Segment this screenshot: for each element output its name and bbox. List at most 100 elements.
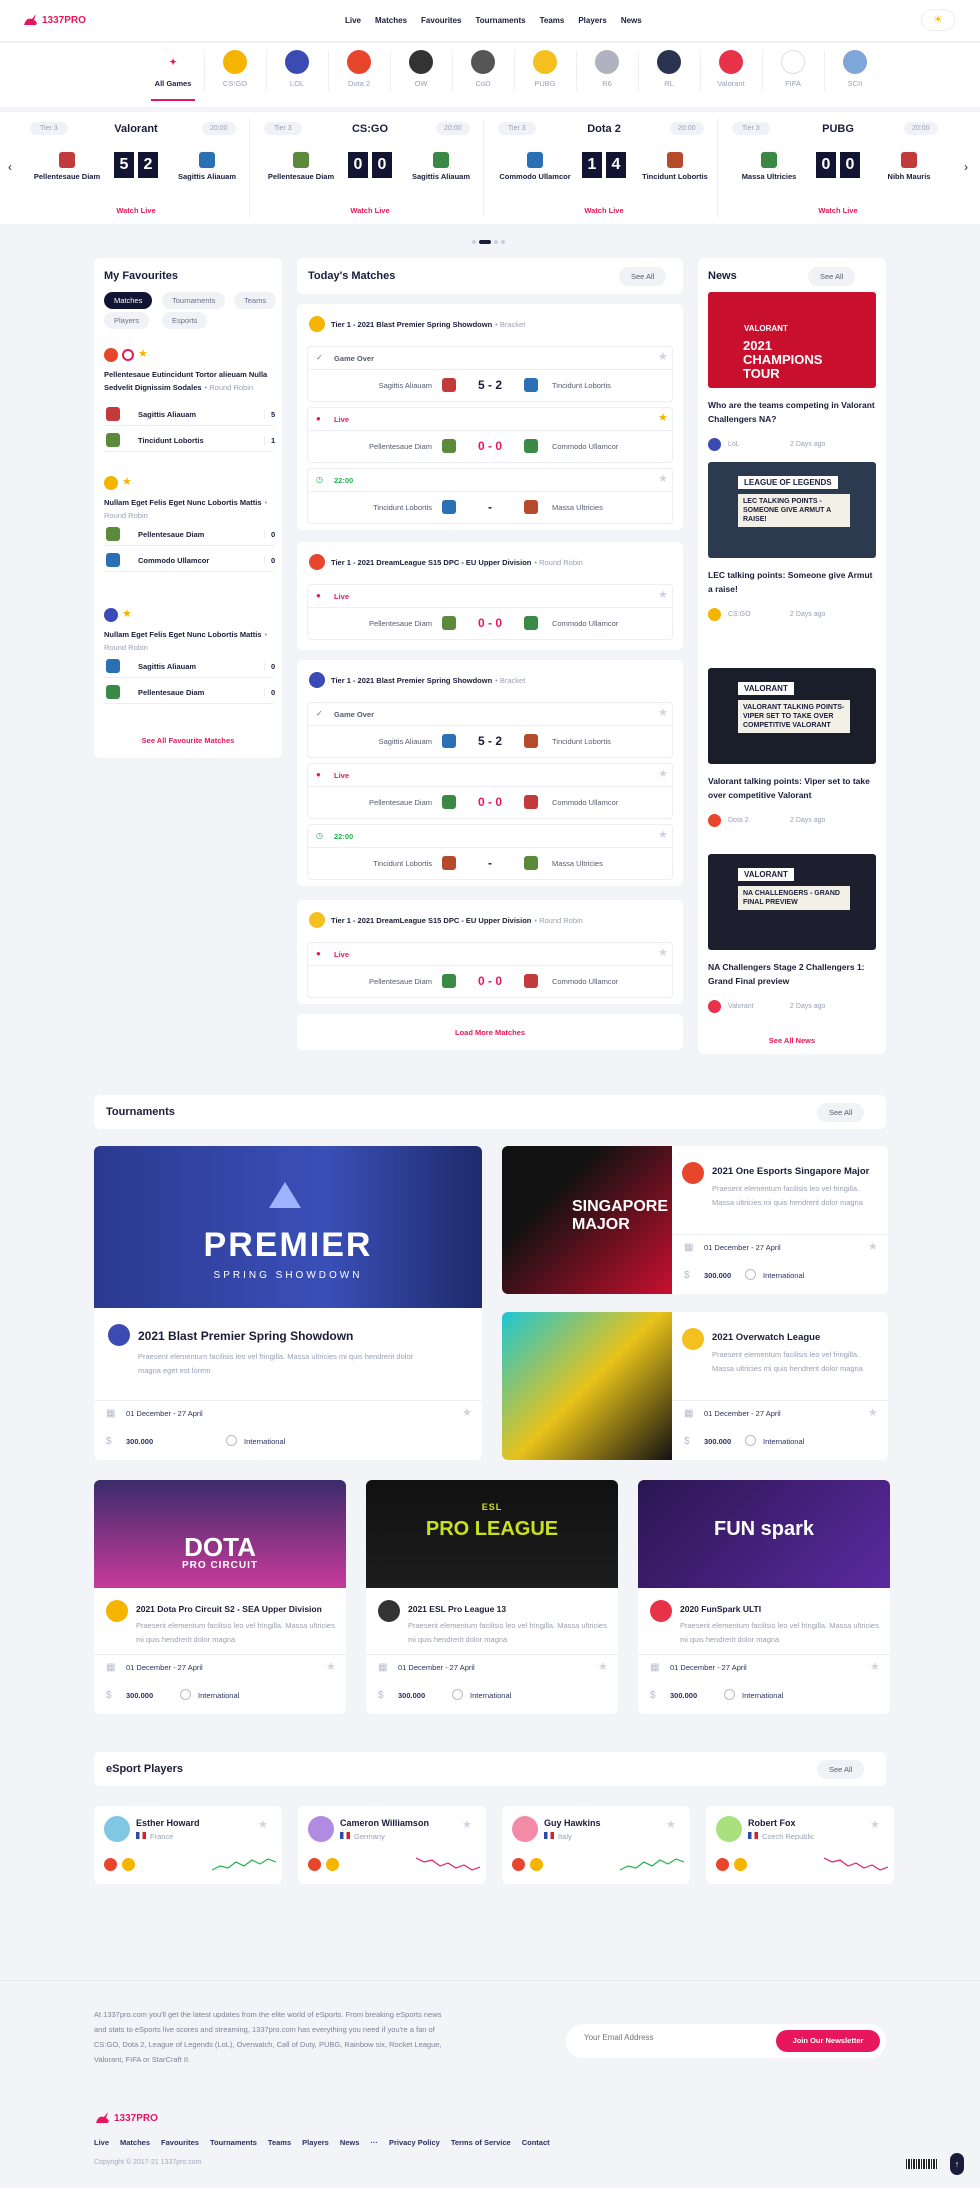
game-tab-2[interactable]: LOL xyxy=(269,43,325,105)
footer-link[interactable]: Live xyxy=(94,2138,109,2147)
game-tab-11[interactable]: SCII xyxy=(827,43,883,105)
footer-link[interactable]: Terms of Service xyxy=(451,2138,511,2147)
footer-link[interactable]: News xyxy=(340,2138,360,2147)
favourite-star-icon[interactable]: ★ xyxy=(258,1818,268,1831)
watch-live-link[interactable]: Watch Live xyxy=(22,206,250,215)
tournament-card[interactable]: PRO CIRCUIT DOTA 2021 Dota Pro Circuit S2 … xyxy=(94,1480,346,1714)
nav-link-news[interactable]: News xyxy=(621,16,642,25)
footer-link[interactable]: Favourites xyxy=(161,2138,199,2147)
fav-tab-esports[interactable]: Esports xyxy=(162,312,208,329)
players-see-all-button[interactable]: See All xyxy=(817,1760,865,1779)
match-row[interactable]: ● Live ★ Pellentesaue Diam 0 - 0 Commodo Ulla… xyxy=(307,584,673,640)
footer-link[interactable]: ··· xyxy=(370,2138,378,2147)
favourite-star-icon[interactable]: ★ xyxy=(598,1660,608,1673)
favourite-star-icon[interactable]: ★ xyxy=(658,706,668,719)
news-image[interactable]: VALORANT 2021 CHAMPIONS TOUR xyxy=(708,292,876,388)
see-all-favourites-link[interactable]: See All Favourite Matches xyxy=(94,736,282,745)
game-tab-9[interactable]: Valorant xyxy=(703,43,759,105)
match-row[interactable]: ✓ Game Over ★ Sagittis Aliauam 5 - 2 Tincidun… xyxy=(307,702,673,758)
footer-link[interactable]: Teams xyxy=(268,2138,291,2147)
watch-live-link[interactable]: Watch Live xyxy=(490,206,718,215)
news-see-all-button[interactable]: See All xyxy=(808,267,856,286)
email-input[interactable] xyxy=(584,2033,754,2042)
fav-tab-teams[interactable]: Teams xyxy=(234,292,277,309)
favourite-star-icon[interactable]: ★ xyxy=(870,1660,880,1673)
theme-toggle[interactable]: ☀ xyxy=(922,10,954,30)
block-tournament-title[interactable]: Tier 1 - 2021 Blast Premier Spring Showd… xyxy=(331,320,525,329)
subscribe-button[interactable]: Join Our Newsletter xyxy=(776,2030,880,2052)
fav-tab-players[interactable]: Players xyxy=(104,312,150,329)
favourite-star-icon[interactable]: ★ xyxy=(658,828,668,841)
player-card[interactable]: Cameron Williamson Germany ★ xyxy=(298,1806,486,1884)
watch-live-link[interactable]: Watch Live xyxy=(256,206,484,215)
block-tournament-title[interactable]: Tier 1 - 2021 Blast Premier Spring Showd… xyxy=(331,676,525,685)
favourite-star-icon[interactable]: ★ xyxy=(462,1818,472,1831)
scroll-top-button[interactable]: ↑ xyxy=(950,2153,964,2175)
game-tab-0[interactable]: ✦ All Games xyxy=(145,43,201,105)
favourite-star-icon[interactable]: ★ xyxy=(658,350,668,363)
match-row[interactable]: ● Live ★ Pellentesaue Diam 0 - 0 Commodo Ulla… xyxy=(307,763,673,819)
fav-tab-matches[interactable]: Matches xyxy=(104,292,153,309)
player-card[interactable]: Robert Fox Czech Republic ★ xyxy=(706,1806,894,1884)
live-match-card[interactable]: Tier 3 CS:GO 20:00 Pellentesaue Diam Sagitti… xyxy=(256,118,484,218)
game-tab-10[interactable]: FIFA xyxy=(765,43,821,105)
see-all-news-link[interactable]: See All News xyxy=(698,1036,886,1045)
news-headline[interactable]: Valorant talking points: Viper set to ta… xyxy=(708,774,876,802)
nav-link-teams[interactable]: Teams xyxy=(540,16,565,25)
favourite-star-icon[interactable]: ★ xyxy=(658,946,668,959)
news-image[interactable]: VALORANT NA CHALLENGERS - GRAND FINAL PRE… xyxy=(708,854,876,950)
news-headline[interactable]: Who are the teams competing in Valorant … xyxy=(708,398,876,426)
footer-link[interactable]: Tournaments xyxy=(210,2138,257,2147)
logo[interactable]: 1337PRO xyxy=(22,13,86,27)
favourite-star-icon[interactable]: ★ xyxy=(658,472,668,485)
news-headline[interactable]: NA Challengers Stage 2 Challengers 1: Gr… xyxy=(708,960,876,988)
favourite-star-icon[interactable]: ★ xyxy=(462,1406,472,1419)
tournament-card[interactable]: SINGAPORE MAJOR 2021 One Esports Singapor… xyxy=(502,1146,888,1294)
game-tab-3[interactable]: Dota 2 xyxy=(331,43,387,105)
fav-tournament-title[interactable]: Nullam Eget Felis Eget Nunc Lobortis Mat… xyxy=(104,496,274,522)
todays-see-all-button[interactable]: See All xyxy=(619,267,667,286)
footer-link[interactable]: Matches xyxy=(120,2138,150,2147)
match-row[interactable]: ✓ Game Over ★ Sagittis Aliauam 5 - 2 Tincidun… xyxy=(307,346,673,402)
nav-link-matches[interactable]: Matches xyxy=(375,16,407,25)
slider-next-icon[interactable]: › xyxy=(964,160,968,174)
nav-link-live[interactable]: Live xyxy=(345,16,361,25)
load-more-matches-button[interactable]: Load More Matches xyxy=(297,1014,683,1050)
fav-tournament-title[interactable]: Nullam Eget Felis Eget Nunc Lobortis Mat… xyxy=(104,628,274,654)
live-match-card[interactable]: Tier 3 PUBG 20:00 Massa Ultricies Nibh Mauri… xyxy=(724,118,952,218)
watch-live-link[interactable]: Watch Live xyxy=(724,206,952,215)
match-row[interactable]: ● Live ★ Pellentesaue Diam 0 - 0 Commodo Ulla… xyxy=(307,942,673,998)
featured-tournament-card[interactable]: PREMIER SPRING SHOWDOWN 2021 Blast Premier… xyxy=(94,1146,482,1460)
news-headline[interactable]: LEC talking points: Someone give Armut a… xyxy=(708,568,876,596)
fav-tab-tournaments[interactable]: Tournaments xyxy=(162,292,226,309)
tournament-card[interactable]: FUN spark 2020 FunSpark ULTI Praesent elem… xyxy=(638,1480,890,1714)
favourite-star-icon[interactable]: ★ xyxy=(138,347,148,360)
match-row[interactable]: ◷ 22:00 ★ Tincidunt Lobortis - Massa Ultricie… xyxy=(307,824,673,880)
block-tournament-title[interactable]: Tier 1 - 2021 DreamLeague S15 DPC - EU U… xyxy=(331,558,583,567)
game-tab-7[interactable]: R6 xyxy=(579,43,635,105)
footer-link[interactable]: Players xyxy=(302,2138,329,2147)
live-match-card[interactable]: Tier 3 Dota 2 20:00 Commodo Ullamcor Tincidu… xyxy=(490,118,718,218)
footer-link[interactable]: Contact xyxy=(522,2138,550,2147)
favourite-star-icon[interactable]: ★ xyxy=(658,588,668,601)
favourite-star-icon[interactable]: ★ xyxy=(868,1240,878,1253)
footer-link[interactable]: Privacy Policy xyxy=(389,2138,440,2147)
block-tournament-title[interactable]: Tier 1 - 2021 DreamLeague S15 DPC - EU U… xyxy=(331,916,583,925)
match-row[interactable]: ◷ 22:00 ★ Tincidunt Lobortis - Massa Ultricie… xyxy=(307,468,673,524)
favourite-star-icon[interactable]: ★ xyxy=(122,607,132,620)
news-image[interactable]: LEAGUE OF LEGENDS LEC TALKING POINTS - SO… xyxy=(708,462,876,558)
footer-logo[interactable]: 1337PRO xyxy=(94,2111,158,2125)
slider-prev-icon[interactable]: ‹ xyxy=(8,160,12,174)
player-card[interactable]: Esther Howard France ★ xyxy=(94,1806,282,1884)
game-tab-6[interactable]: PUBG xyxy=(517,43,573,105)
live-match-card[interactable]: Tier 3 Valorant 20:00 Pellentesaue Diam Sagi… xyxy=(22,118,250,218)
game-tab-5[interactable]: CoD xyxy=(455,43,511,105)
favourite-star-icon[interactable]: ★ xyxy=(870,1818,880,1831)
nav-link-tournaments[interactable]: Tournaments xyxy=(476,16,526,25)
fav-tournament-title[interactable]: Pellentesaue Eutincidunt Tortor alieuam … xyxy=(104,368,274,394)
tournament-card[interactable]: ESL PRO LEAGUE 2021 ESL Pro League 13 Praes… xyxy=(366,1480,618,1714)
nav-link-favourites[interactable]: Favourites xyxy=(421,16,461,25)
news-image[interactable]: VALORANT VALORANT TALKING POINTS- VIPER S… xyxy=(708,668,876,764)
nav-link-players[interactable]: Players xyxy=(578,16,606,25)
player-card[interactable]: Guy Hawkins Italy ★ xyxy=(502,1806,690,1884)
